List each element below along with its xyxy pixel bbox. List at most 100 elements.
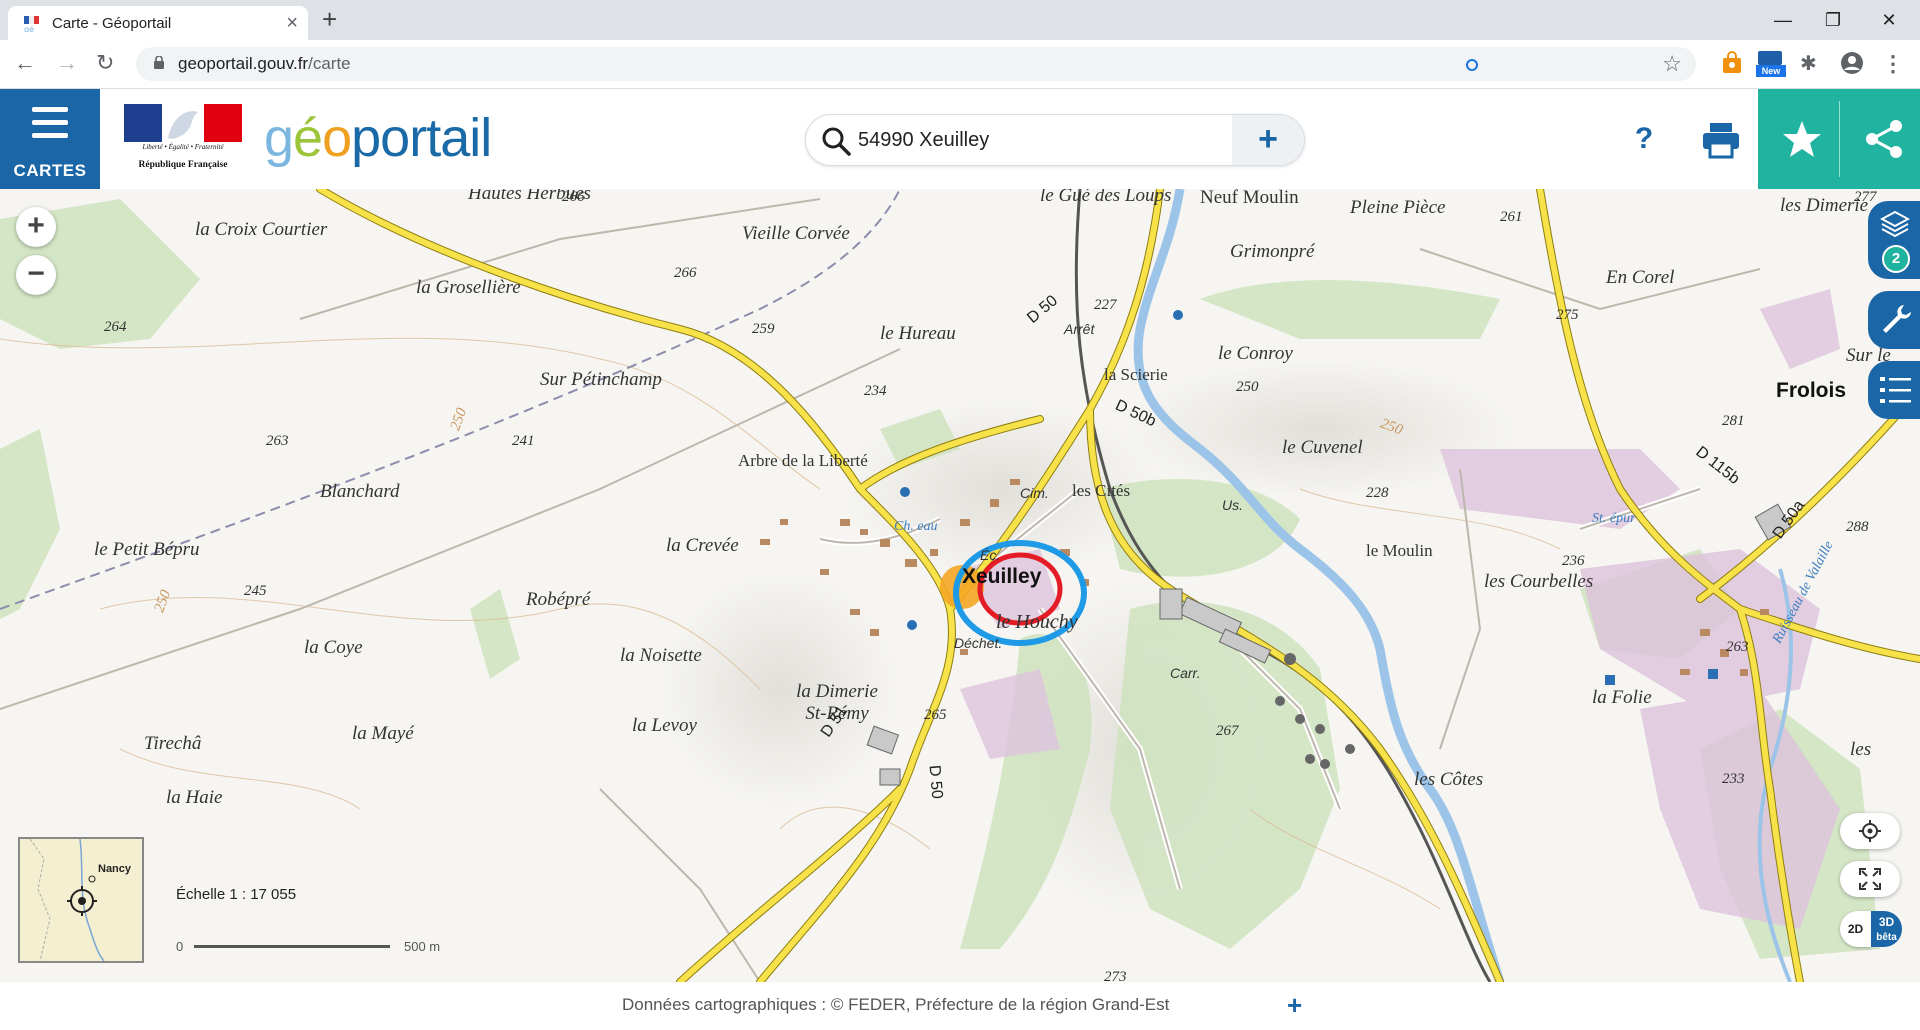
fullscreen-button[interactable]: [1840, 861, 1900, 897]
location-indicator-icon: [1466, 59, 1478, 71]
cartes-menu-button[interactable]: CARTES: [0, 89, 100, 189]
lock-icon: [154, 56, 164, 69]
map-label: la Scierie: [1104, 365, 1168, 384]
map-label: En Corel: [1606, 267, 1675, 288]
zoom-in-button[interactable]: +: [16, 207, 56, 247]
close-window-icon[interactable]: ✕: [1866, 4, 1912, 36]
forward-icon[interactable]: →: [56, 49, 78, 77]
mode-2d-button[interactable]: 2D: [1840, 911, 1871, 947]
map-label: la Crevée: [666, 535, 739, 556]
omnibox[interactable]: geoportail.gouv.fr/carte ☆: [136, 47, 1696, 81]
place-search-input[interactable]: [856, 125, 1200, 155]
map-label: Déchet.: [954, 635, 1003, 651]
browser-tab[interactable]: gé Carte - Géoportail ×: [8, 6, 308, 40]
water-tower-marker: [907, 620, 917, 630]
map-label: Arrêt: [1064, 321, 1095, 337]
altitude-label: 266: [674, 265, 697, 281]
geoportail-header: CARTES Liberté • Égalité • Fraternité Ré…: [0, 89, 1920, 189]
map-label: Cim.: [1020, 485, 1049, 501]
road-label: D 50: [925, 764, 946, 800]
back-icon[interactable]: ←: [14, 49, 36, 77]
map-label: la Levoy: [632, 715, 697, 736]
layers-button[interactable]: 2: [1868, 201, 1920, 279]
altitude-label: 227: [1094, 297, 1117, 313]
print-icon[interactable]: [1700, 119, 1742, 161]
altitude-label: 288: [1846, 519, 1869, 535]
search-icon[interactable]: [820, 125, 852, 157]
view-mode-toggle[interactable]: 2D 3D bêta: [1840, 911, 1902, 947]
map-label: le Moulin: [1366, 541, 1433, 560]
attribution-more-button[interactable]: +: [1287, 990, 1302, 1021]
map-label: la Haie: [166, 787, 223, 808]
treatment-plant-marker: [1605, 675, 1615, 685]
map-label: la Croix Courtier: [195, 219, 328, 240]
map-label: les Cités: [1072, 481, 1131, 500]
altitude-label: 266: [562, 189, 585, 205]
attribution-bar: Données cartographiques : © FEDER, Préfe…: [0, 982, 1920, 1030]
map-label: le Cuvenel: [1282, 437, 1363, 458]
geoportail-logo: géoportail: [264, 108, 492, 168]
map-label: Carr.: [1170, 665, 1201, 681]
attribution-text: Données cartographiques : © FEDER, Préfe…: [622, 995, 1170, 1014]
overview-minimap[interactable]: Nancy: [18, 837, 144, 963]
mode-3d-button[interactable]: 3D bêta: [1871, 911, 1902, 947]
map-label: Pleine Pièce: [1350, 197, 1446, 218]
altitude-label: 228: [1366, 485, 1389, 501]
poi-marker: [1173, 310, 1183, 320]
overview-city-label: Nancy: [98, 863, 132, 875]
map-label: St. épur: [1592, 511, 1636, 526]
republique-motto: Liberté • Égalité • Fraternité: [142, 143, 224, 151]
extension-new-icon[interactable]: New: [1756, 51, 1786, 77]
map-viewport[interactable]: Hautes Herbues la Croix Courtier la Gros…: [0, 189, 1920, 982]
extensions-puzzle-icon[interactable]: ✱: [1800, 51, 1824, 75]
map-label: Sur Pétinchamp: [540, 369, 662, 390]
share-icon[interactable]: [1862, 117, 1906, 161]
geolocate-button[interactable]: [1840, 813, 1900, 849]
tab-close-icon[interactable]: ×: [286, 11, 298, 35]
altitude-label: 275: [1556, 307, 1579, 323]
map-label: la Grosellière: [416, 277, 521, 298]
hamburger-icon: [32, 107, 68, 146]
advanced-search-plus-button[interactable]: +: [1232, 115, 1304, 165]
restore-icon[interactable]: ❐: [1810, 4, 1856, 36]
browser-menu-icon[interactable]: ⋮: [1882, 51, 1906, 76]
map-label: Éc.: [980, 547, 1001, 563]
legend-list-button[interactable]: [1868, 361, 1920, 419]
tools-button[interactable]: [1868, 291, 1920, 349]
help-button[interactable]: ?: [1624, 119, 1664, 159]
poi-marker: [900, 487, 910, 497]
republique-francaise-label: République Française: [138, 160, 228, 170]
separator: [1839, 101, 1840, 177]
profile-avatar-icon[interactable]: [1840, 51, 1864, 75]
wrench-icon: [1883, 305, 1911, 333]
altitude-label: 234: [864, 383, 887, 399]
altitude-label: 261: [1500, 209, 1523, 225]
scale-start: 0: [176, 939, 184, 954]
map-label: Grimonpré: [1230, 241, 1315, 262]
browser-tab-bar: gé Carte - Géoportail × + — ❐ ✕: [0, 0, 1920, 40]
map-label: les Côtes: [1414, 769, 1484, 790]
reload-icon[interactable]: ↻: [96, 49, 114, 77]
bookmark-star-icon[interactable]: ☆: [1662, 51, 1682, 77]
poi-square-marker: [1708, 669, 1718, 679]
zoom-out-button[interactable]: −: [16, 255, 56, 295]
new-tab-icon[interactable]: +: [322, 4, 337, 34]
altitude-label: 263: [266, 433, 289, 449]
altitude-label: 264: [104, 319, 127, 335]
map-label: Robépré: [526, 589, 591, 610]
layers-icon: [1880, 210, 1910, 238]
svg-text:gé: gé: [24, 24, 34, 32]
minimize-icon[interactable]: —: [1760, 4, 1806, 36]
map-label: les Courbelles: [1484, 571, 1594, 592]
layers-count-badge: 2: [1882, 245, 1910, 273]
scale-bar: [194, 945, 390, 948]
map-label: Neuf Moulin: [1200, 189, 1299, 208]
extension-bag-icon[interactable]: [1720, 51, 1744, 75]
altitude-label: 233: [1722, 771, 1745, 787]
map-label: le Conroy: [1218, 343, 1293, 364]
topographic-map: [0, 189, 1920, 982]
map-label: Arbre de la Liberté: [738, 451, 868, 470]
scale-label: Échelle 1 : 17 055: [176, 886, 297, 903]
map-label: Us.: [1222, 497, 1243, 513]
favorite-star-icon[interactable]: [1780, 117, 1824, 161]
